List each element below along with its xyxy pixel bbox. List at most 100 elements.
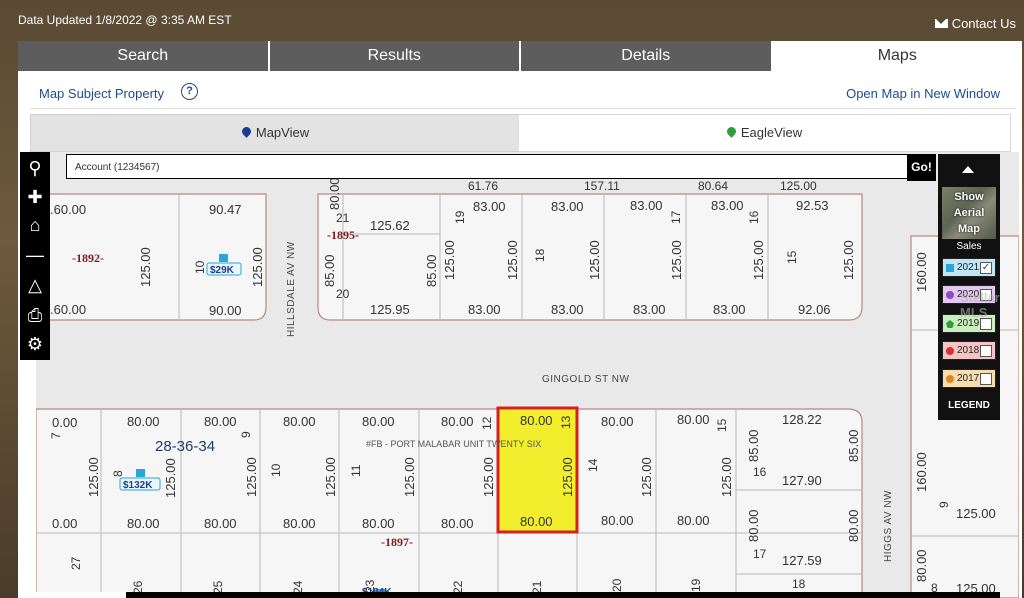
svg-text:21: 21: [336, 211, 350, 225]
svg-text:80.00: 80.00: [283, 516, 316, 531]
circle-marker-icon: [946, 291, 954, 299]
svg-text:27: 27: [69, 556, 83, 570]
sales-label: Sales: [956, 241, 982, 252]
zoom-in-icon[interactable]: ✚: [20, 183, 50, 211]
tab-search[interactable]: Search: [18, 41, 270, 71]
svg-text:10: 10: [269, 463, 283, 477]
svg-text:92.06: 92.06: [798, 302, 831, 317]
tab-results[interactable]: Results: [269, 41, 521, 71]
tab-eagleview[interactable]: EagleView: [519, 114, 1011, 152]
print-icon[interactable]: ⎙: [20, 301, 50, 329]
svg-text:125.00: 125.00: [481, 457, 496, 497]
svg-text:80.00: 80.00: [914, 549, 929, 582]
svg-text:125.00: 125.00: [250, 247, 265, 287]
svg-text:80.00: 80.00: [520, 413, 553, 428]
gear-icon[interactable]: ⚙: [20, 330, 50, 358]
svg-text:80.00: 80.00: [601, 414, 634, 429]
square-marker-icon: [946, 264, 954, 272]
collapse-arrow-icon[interactable]: [962, 166, 974, 173]
search-icon[interactable]: ⚲: [20, 154, 50, 182]
svg-text:0.00: 0.00: [52, 516, 77, 531]
tab-maps[interactable]: Maps: [772, 41, 1022, 71]
svg-text:127.90: 127.90: [782, 473, 822, 488]
svg-text:125.00: 125.00: [323, 457, 338, 497]
price-tag-29k-label: $29K: [210, 265, 235, 276]
svg-text:125.00: 125.00: [163, 458, 178, 498]
parcel-map[interactable]: .60.00 .60.00 90.47 90.00 125.00 125.00 …: [36, 152, 1019, 598]
svg-text:.60.00: .60.00: [50, 302, 86, 317]
svg-text:80.00: 80.00: [127, 516, 160, 531]
sales-year-2018: 2018: [957, 345, 980, 356]
circle-marker-icon: [946, 375, 954, 383]
checkbox-icon[interactable]: [980, 373, 992, 385]
svg-text:0.00: 0.00: [52, 415, 77, 430]
street-higgs: HIGGS AV NW: [883, 490, 894, 562]
divider: [30, 108, 1016, 109]
sales-filter-2017[interactable]: 2017: [942, 369, 996, 388]
svg-text:125.00: 125.00: [751, 240, 766, 280]
main-panel: Search Results Details Maps Map Subject …: [18, 41, 1022, 598]
svg-text:125.00: 125.00: [86, 457, 101, 497]
svg-text:14: 14: [586, 458, 600, 472]
svg-text:.60.00: .60.00: [50, 202, 86, 217]
svg-text:85.00: 85.00: [846, 429, 861, 462]
svg-text:125.00: 125.00: [505, 240, 520, 280]
main-tabs: Search Results Details Maps: [18, 41, 1022, 71]
svg-text:125.00: 125.00: [841, 240, 856, 280]
sales-year-2021: 2021: [957, 262, 980, 273]
svg-text:157.11: 157.11: [584, 179, 620, 193]
tab-mapview[interactable]: MapView: [30, 114, 521, 152]
svg-text:125.00: 125.00: [244, 457, 259, 497]
svg-text:125.00: 125.00: [560, 457, 575, 497]
watermark: Stellar MLS: [960, 290, 1000, 320]
svg-text:125.00: 125.00: [138, 247, 153, 287]
zoom-out-icon[interactable]: —: [20, 241, 50, 269]
legend-button[interactable]: LEGEND: [938, 400, 1000, 411]
measure-icon[interactable]: △: [20, 271, 50, 299]
svg-text:80.00: 80.00: [327, 177, 342, 210]
svg-text:18: 18: [533, 248, 547, 262]
contact-us-link[interactable]: Contact Us: [934, 16, 1016, 31]
svg-text:90.47: 90.47: [209, 202, 242, 217]
svg-text:125.62: 125.62: [370, 218, 410, 233]
svg-text:83.00: 83.00: [711, 198, 744, 213]
sales-year-2017: 2017: [957, 373, 980, 384]
sales-filter-2021[interactable]: 2021 ✓: [942, 258, 996, 277]
svg-text:80.00: 80.00: [441, 516, 474, 531]
svg-text:80.00: 80.00: [204, 414, 237, 429]
envelope-icon: [934, 19, 948, 28]
tab-details[interactable]: Details: [521, 41, 773, 71]
street-gingold: GINGOLD ST NW: [542, 374, 629, 385]
svg-text:80.00: 80.00: [746, 509, 761, 542]
street-hillsdale: HILLSDALE AV NW: [286, 241, 297, 337]
checkbox-icon[interactable]: [980, 345, 992, 357]
map-pin-icon: [240, 125, 253, 138]
map-subject-property-link[interactable]: Map Subject Property: [39, 86, 164, 101]
svg-text:7: 7: [49, 432, 63, 439]
map-pin-icon: [725, 125, 738, 138]
help-icon[interactable]: ?: [181, 83, 198, 100]
svg-text:20: 20: [336, 287, 350, 301]
svg-text:9: 9: [937, 501, 951, 508]
pentagon-marker-icon: [946, 320, 954, 328]
open-map-new-window-link[interactable]: Open Map in New Window: [846, 86, 1000, 101]
account-search-input[interactable]: Account (1234567): [66, 154, 908, 179]
svg-text:8: 8: [111, 470, 125, 477]
svg-text:10: 10: [193, 260, 207, 274]
svg-text:80.00: 80.00: [362, 516, 395, 531]
svg-text:83.00: 83.00: [713, 302, 746, 317]
svg-text:80.00: 80.00: [677, 513, 710, 528]
home-icon[interactable]: ⌂: [20, 211, 50, 239]
map-legend-panel: Show Aerial Map Sales 2021 ✓ 2020 2019 2…: [938, 154, 1000, 420]
sales-filter-2018[interactable]: 2018: [942, 341, 996, 360]
checkbox-checked-icon[interactable]: ✓: [980, 262, 992, 274]
go-button[interactable]: Go!: [907, 154, 936, 181]
svg-text:125.00: 125.00: [669, 240, 684, 280]
svg-text:83.00: 83.00: [630, 198, 663, 213]
show-aerial-map-button[interactable]: Show Aerial Map: [942, 187, 996, 239]
svg-text:20: 20: [610, 578, 624, 592]
svg-text:15: 15: [785, 250, 799, 264]
svg-text:125.00: 125.00: [402, 457, 417, 497]
section-label: 28-36-34: [155, 438, 215, 455]
svg-text:125.00: 125.00: [780, 179, 817, 193]
